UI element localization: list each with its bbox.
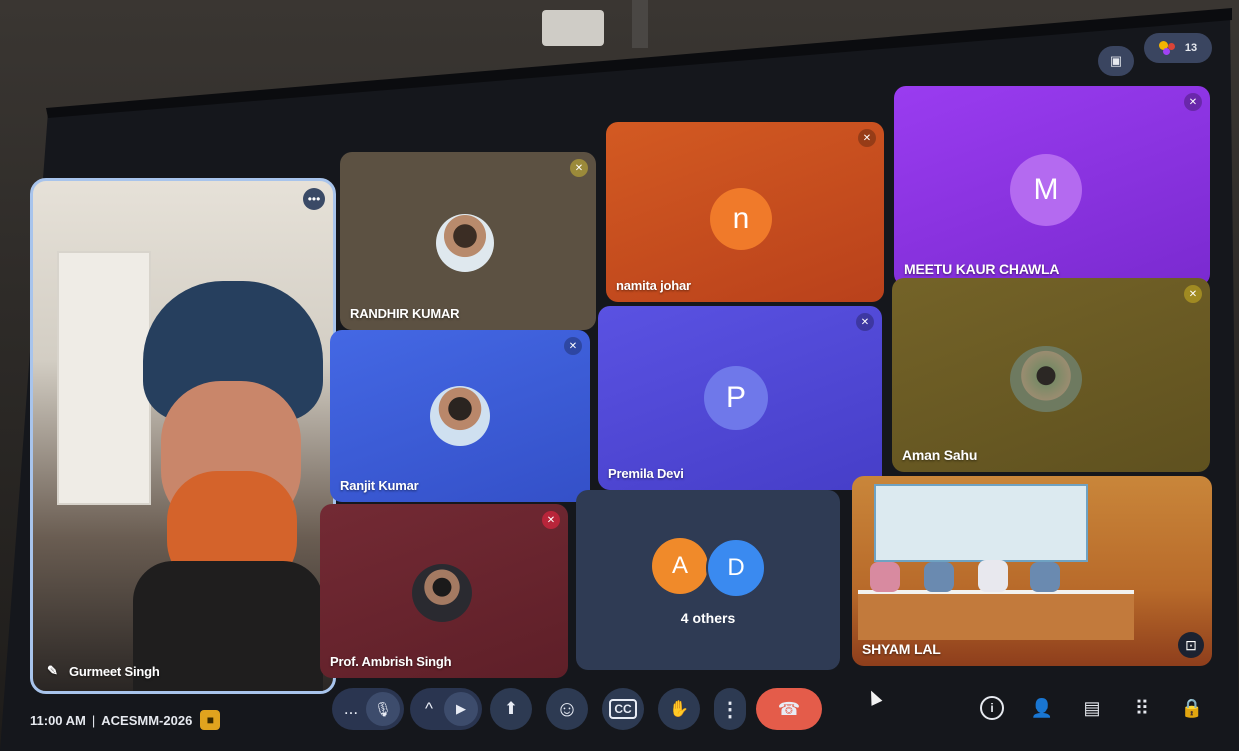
camera-icon: ▶ xyxy=(456,701,466,716)
participant-tile-shyam-lal[interactable]: ⊡ SHYAM LAL xyxy=(852,476,1212,666)
meeting-info: 11:00 AM | ACESMM-2026 ■ xyxy=(30,710,221,730)
participant-avatar: n xyxy=(710,188,772,250)
participant-name: Ranjit Kumar xyxy=(340,478,419,493)
participant-photo xyxy=(1010,346,1082,412)
tile-options-icon[interactable]: ••• xyxy=(303,188,325,210)
pin-icon[interactable]: ✎ xyxy=(47,663,58,679)
participant-photo xyxy=(430,386,490,446)
raise-hand-icon: ✋ xyxy=(669,701,689,718)
others-tile[interactable]: A D 4 others xyxy=(576,490,840,670)
participant-dots-icon xyxy=(1158,41,1179,55)
chat-button[interactable]: ▤ xyxy=(1078,694,1106,722)
mic-muted-icon: ✕ xyxy=(856,313,874,331)
wall-pipe xyxy=(632,0,648,48)
participant-avatar: M xyxy=(1010,154,1082,226)
chat-icon: ▤ xyxy=(1083,697,1101,718)
participant-name: Premila Devi xyxy=(608,466,684,481)
meeting-details-button[interactable]: i xyxy=(978,694,1006,722)
activities-button[interactable]: ⠿ xyxy=(1128,694,1156,722)
participant-count: 13 xyxy=(1184,42,1198,54)
participant-photo xyxy=(436,214,494,272)
mic-muted-icon: ✕ xyxy=(542,511,560,529)
participant-tile-aman-sahu[interactable]: ✕ Aman Sahu xyxy=(892,278,1210,472)
participant-tile-randhir-kumar[interactable]: ✕ RANDHIR KUMAR xyxy=(340,152,596,330)
end-call-icon: ☎ xyxy=(777,698,801,719)
participant-name: RANDHIR KUMAR xyxy=(350,306,460,321)
people-button[interactable]: 👤 xyxy=(1028,694,1056,722)
camera-off-indicator-icon[interactable]: ▣ xyxy=(1098,46,1134,76)
apps-grid-icon: ⠿ xyxy=(1134,697,1150,720)
camera-button[interactable]: ▶ xyxy=(444,692,478,726)
participant-name: Prof. Ambrish Singh xyxy=(330,654,452,669)
mic-icon: 🎙 xyxy=(374,700,392,717)
lock-person-icon: 🔒 xyxy=(1180,697,1204,718)
raise-hand-button[interactable]: ✋ xyxy=(658,688,700,730)
mic-button[interactable]: 🎙 xyxy=(366,692,400,726)
participant-name: namita johar xyxy=(616,278,691,293)
participant-tile-gurmeet-singh[interactable]: ••• ✎ Gurmeet Singh xyxy=(30,178,336,694)
more-options-button[interactable]: ⋮ xyxy=(714,688,746,730)
present-screen-icon: ⬆ xyxy=(503,699,519,718)
participant-tile-premila-devi[interactable]: ✕ P Premila Devi xyxy=(598,306,882,490)
conference-table xyxy=(858,590,1134,640)
participant-tile-prof-ambrish-singh[interactable]: ✕ Prof. Ambrish Singh xyxy=(320,504,568,678)
info-icon: i xyxy=(980,696,1004,720)
mic-muted-icon: ✕ xyxy=(564,337,582,355)
camera-control-group: ^ ▶ xyxy=(410,688,482,730)
captions-button[interactable]: CC xyxy=(602,688,644,730)
participant-photo xyxy=(412,564,472,622)
meeting-code: ACESMM-2026 xyxy=(101,712,193,728)
others-label: 4 others xyxy=(680,610,736,626)
participant-name: Gurmeet Singh xyxy=(69,664,160,679)
mic-muted-icon: ✕ xyxy=(1184,285,1202,303)
present-button[interactable]: ⬆ xyxy=(490,688,532,730)
participant-name: SHYAM LAL xyxy=(862,641,941,657)
meeting-separator: | xyxy=(91,712,96,728)
captions-icon: CC xyxy=(609,699,637,719)
host-controls-button[interactable]: 🔒 xyxy=(1178,694,1206,722)
participant-name: Aman Sahu xyxy=(902,447,978,463)
event-banner xyxy=(874,484,1088,562)
mic-muted-icon: ✕ xyxy=(1184,93,1202,111)
video-options-button[interactable]: ^ xyxy=(414,699,444,719)
meeting-time: 11:00 AM xyxy=(30,712,86,728)
recording-badge-icon: ■ xyxy=(200,710,221,730)
end-call-button[interactable]: ☎ xyxy=(756,688,822,730)
more-vert-icon: ⋮ xyxy=(720,698,740,721)
participant-name: MEETU KAUR CHAWLA xyxy=(904,261,1060,277)
emoji-icon: ☺ xyxy=(555,696,579,721)
people-icon: 👤 xyxy=(1030,697,1054,718)
audio-options-button[interactable]: ... xyxy=(336,699,366,719)
video-person xyxy=(133,281,323,691)
emoji-button[interactable]: ☺ xyxy=(546,688,588,730)
participant-tile-ranjit-kumar[interactable]: ✕ Ranjit Kumar xyxy=(330,330,590,502)
participant-tile-namita-johar[interactable]: ✕ n namita johar xyxy=(606,122,884,302)
crop-icon[interactable]: ⊡ xyxy=(1178,632,1204,658)
other-avatar-a: A xyxy=(652,538,708,594)
mic-control-group: ... 🎙 xyxy=(332,688,404,730)
other-avatar-d: D xyxy=(706,538,766,598)
wall-socket xyxy=(542,10,604,46)
mic-muted-icon: ✕ xyxy=(858,129,876,147)
panelists xyxy=(870,558,1070,594)
participant-avatar: P xyxy=(704,366,768,430)
participants-indicator[interactable]: 13 xyxy=(1144,33,1212,63)
participant-tile-meetu-kaur-chawla[interactable]: ✕ M MEETU KAUR CHAWLA xyxy=(894,86,1210,286)
mic-muted-icon: ✕ xyxy=(570,159,588,177)
